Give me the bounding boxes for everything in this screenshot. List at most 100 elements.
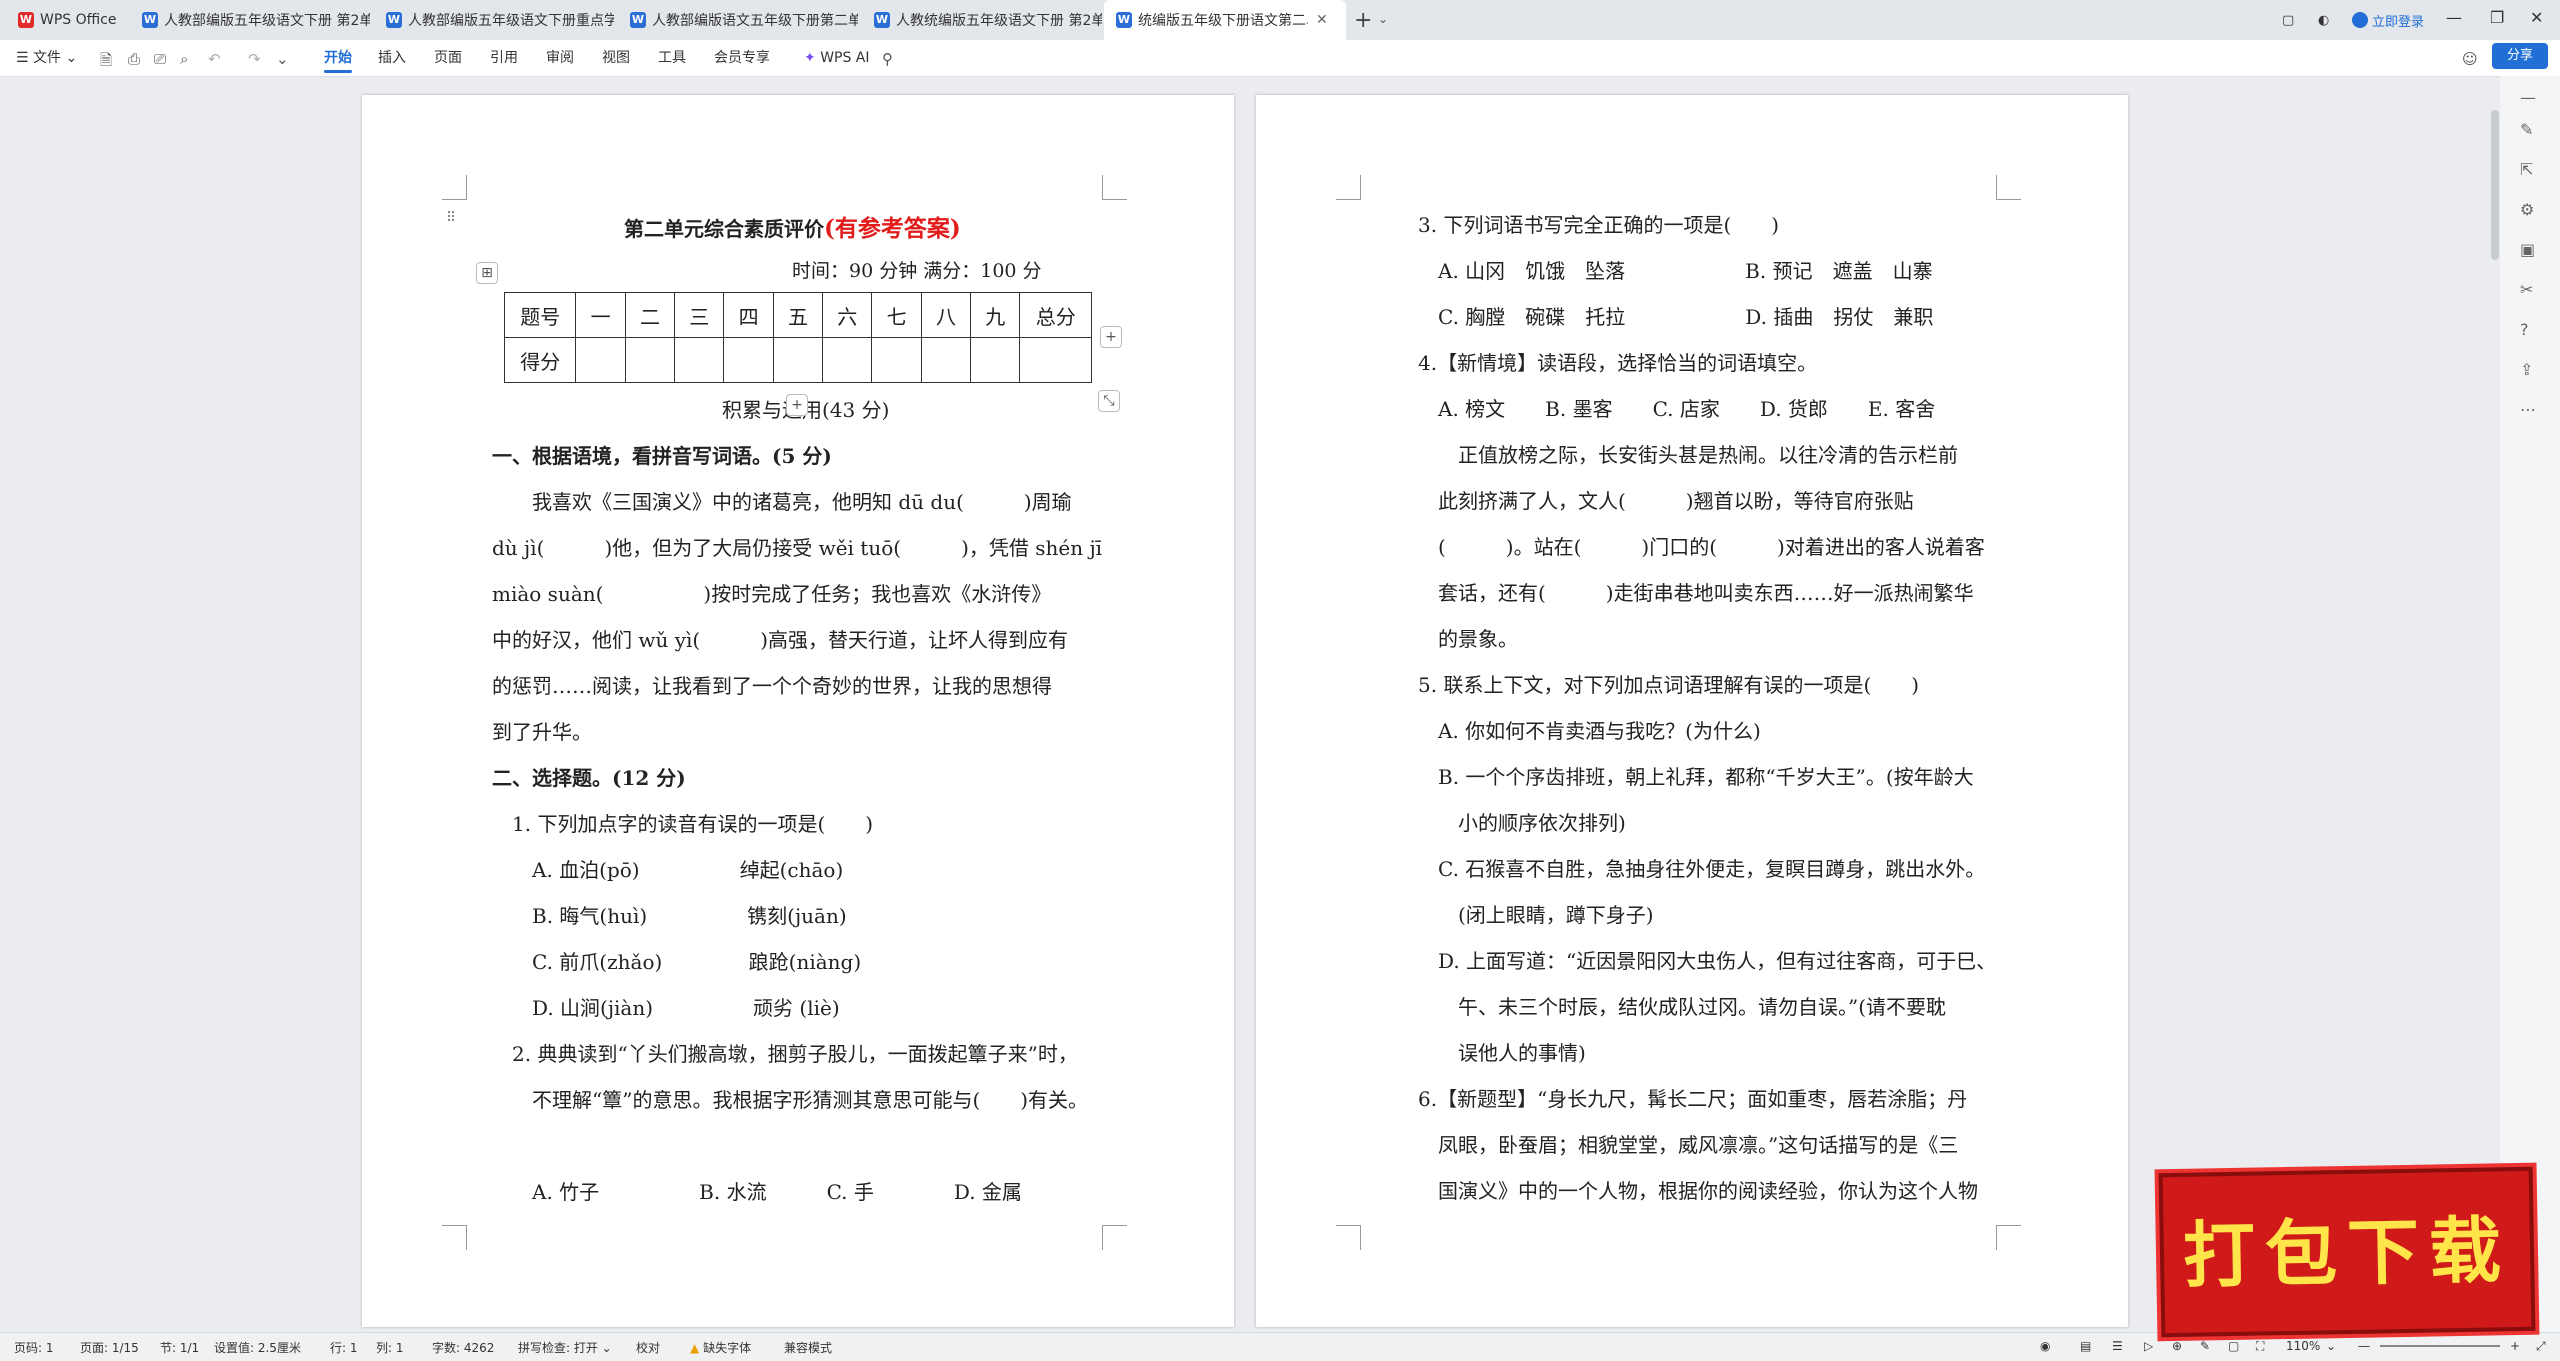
file-menu[interactable]: ☰ 文件 ⌄ [16, 40, 77, 76]
table-resize-icon[interactable]: ⤡ [1098, 390, 1120, 412]
window-menu-icon[interactable]: ▢ [2282, 0, 2294, 40]
skin-icon[interactable]: ◐ [2318, 0, 2329, 40]
chevron-down-icon[interactable]: ⌄ [276, 50, 289, 68]
print-preview-icon[interactable]: ⌕ [180, 50, 188, 68]
chevron-down-icon[interactable]: ⌄ [2326, 1339, 2336, 1353]
wps-ai-button[interactable]: ✦ WPS AI [804, 40, 870, 76]
status-row[interactable]: 行: 1 [330, 1339, 358, 1356]
status-proofread[interactable]: 校对 [636, 1339, 660, 1356]
restore-icon[interactable]: ❐ [2490, 8, 2504, 27]
tab-document-active[interactable]: W 统编版五年级下册语文第二单元 ✕ [1104, 0, 1346, 40]
tab-document-4[interactable]: W 人教统编版五年级语文下册 第2单元 [862, 0, 1102, 40]
login-button[interactable]: 立即登录 [2352, 0, 2424, 40]
pen-mode-icon[interactable]: ✎ [2200, 1339, 2210, 1353]
download-package-banner[interactable]: 打包下载 [2158, 1166, 2536, 1338]
paragraph-line: 误他人的事情) [1418, 1041, 1586, 1065]
score-table-header-cell[interactable]: 题号 [503, 292, 577, 338]
adjust-icon[interactable]: ⚙ [2520, 200, 2534, 219]
search-icon[interactable]: ⚲ [882, 50, 893, 68]
add-row-icon[interactable]: + [786, 394, 808, 416]
score-table-cell[interactable] [723, 337, 774, 383]
read-mode-icon[interactable]: ▢ [2228, 1339, 2239, 1353]
tab-document-2[interactable]: W 人教部编版五年级语文下册重点学校 [374, 0, 614, 40]
zoom-in-icon[interactable]: + [2510, 1339, 2520, 1353]
tab-document-1[interactable]: W 人教部编版五年级语文下册 第2单元 [130, 0, 370, 40]
add-column-icon[interactable]: + [1100, 326, 1122, 348]
page-view-icon[interactable]: ▤ [2080, 1339, 2091, 1353]
score-table-header-cell[interactable]: 六 [822, 292, 873, 338]
score-table-cell[interactable] [920, 337, 972, 383]
zoom-level[interactable]: 110% [2286, 1339, 2320, 1353]
edit-pen-icon[interactable]: ✎ [2520, 120, 2533, 139]
fit-icon[interactable]: ⛶ [2256, 1339, 2264, 1354]
eye-protect-icon[interactable]: ◉ [2040, 1339, 2050, 1353]
export-pdf-icon[interactable]: ⎙ [128, 50, 140, 68]
tab-wps-office[interactable]: W WPS Office [6, 0, 126, 40]
more-icon[interactable]: ⋯ [2520, 400, 2536, 419]
drag-handle-icon[interactable]: ⠿ [446, 210, 456, 226]
fullscreen-icon[interactable]: ⤢ [2536, 1339, 2546, 1354]
minimize-icon[interactable]: — [2446, 8, 2462, 27]
redo-icon[interactable]: ↷ [248, 50, 261, 68]
score-table-cell[interactable] [970, 337, 1021, 383]
score-table-header-cell[interactable]: 一 [575, 292, 626, 338]
play-icon[interactable]: ▷ [2144, 1339, 2153, 1353]
score-table-cell[interactable] [575, 337, 626, 383]
tab-page[interactable]: 页面 [434, 40, 462, 76]
score-table-cell[interactable] [1019, 337, 1092, 383]
select-cursor-icon[interactable]: ⇱ [2520, 160, 2533, 179]
status-column[interactable]: 列: 1 [376, 1339, 404, 1356]
vertical-scrollbar[interactable] [2491, 110, 2499, 260]
help-icon[interactable]: ? [2520, 320, 2529, 339]
status-section[interactable]: 节: 1/1 [160, 1339, 199, 1356]
collapse-icon[interactable]: — [2520, 88, 2536, 107]
status-page-number[interactable]: 页码: 1 [14, 1339, 54, 1356]
close-window-icon[interactable]: ✕ [2530, 8, 2543, 27]
save-icon[interactable]: 🗎 [100, 50, 112, 75]
score-table-cell[interactable] [772, 337, 824, 383]
status-page-count[interactable]: 页面: 1/15 [80, 1339, 139, 1356]
tab-tools[interactable]: 工具 [658, 40, 686, 76]
score-table-header-cell[interactable]: 九 [970, 292, 1021, 338]
score-table-header-cell[interactable]: 七 [871, 292, 922, 338]
close-tab-icon[interactable]: ✕ [1316, 12, 1328, 28]
status-compat-mode[interactable]: 兼容模式 [784, 1339, 832, 1356]
tools-icon[interactable]: ✂ [2520, 280, 2533, 299]
score-table-cell[interactable]: 得分 [503, 337, 577, 383]
score-table-header-cell[interactable]: 总分 [1019, 292, 1092, 338]
tab-review[interactable]: 审阅 [546, 40, 574, 76]
share-button[interactable]: 分享 [2492, 43, 2548, 69]
chevron-down-icon[interactable]: ⌄ [1378, 12, 1388, 26]
status-setting-value[interactable]: 设置值: 2.5厘米 [214, 1339, 301, 1356]
score-table-header-cell[interactable]: 三 [674, 292, 725, 338]
new-tab-plus-icon[interactable]: + [1354, 8, 1372, 33]
score-table[interactable]: 题号一二三四五六七八九总分得分 [503, 292, 1092, 383]
tab-home[interactable]: 开始 [324, 40, 352, 76]
status-missing-fonts[interactable]: ▲ 缺失字体 [690, 1339, 751, 1356]
score-table-header-cell[interactable]: 四 [723, 292, 774, 338]
image-icon[interactable]: ▣ [2520, 240, 2535, 259]
print-icon[interactable]: ⎚ [154, 50, 166, 68]
tab-view[interactable]: 视图 [602, 40, 630, 76]
tab-references[interactable]: 引用 [490, 40, 518, 76]
score-table-cell[interactable] [871, 337, 922, 383]
score-table-cell[interactable] [674, 337, 725, 383]
undo-icon[interactable]: ↶ [208, 50, 221, 68]
tab-member[interactable]: 会员专享 [714, 40, 770, 76]
status-word-count[interactable]: 字数: 4262 [432, 1339, 494, 1356]
zoom-slider[interactable] [2380, 1345, 2500, 1347]
zoom-out-icon[interactable]: — [2358, 1339, 2370, 1353]
score-table-header-cell[interactable]: 五 [772, 292, 824, 338]
score-table-header-cell[interactable]: 八 [920, 292, 972, 338]
status-spell-check[interactable]: 拼写检查: 打开 ⌄ [518, 1339, 612, 1356]
collaborate-icon[interactable]: ☺ [2462, 50, 2478, 68]
share-link-icon[interactable]: ⇪ [2520, 360, 2533, 379]
web-view-icon[interactable]: ⊕ [2172, 1339, 2182, 1353]
outline-view-icon[interactable]: ☰ [2112, 1339, 2123, 1353]
score-table-cell[interactable] [624, 337, 676, 383]
tab-insert[interactable]: 插入 [378, 40, 406, 76]
score-table-header-cell[interactable]: 二 [624, 292, 676, 338]
table-move-icon[interactable]: ⊞ [476, 262, 498, 284]
score-table-cell[interactable] [822, 337, 873, 383]
tab-document-3[interactable]: W 人教部编版语文五年级下册第二单元 [618, 0, 858, 40]
